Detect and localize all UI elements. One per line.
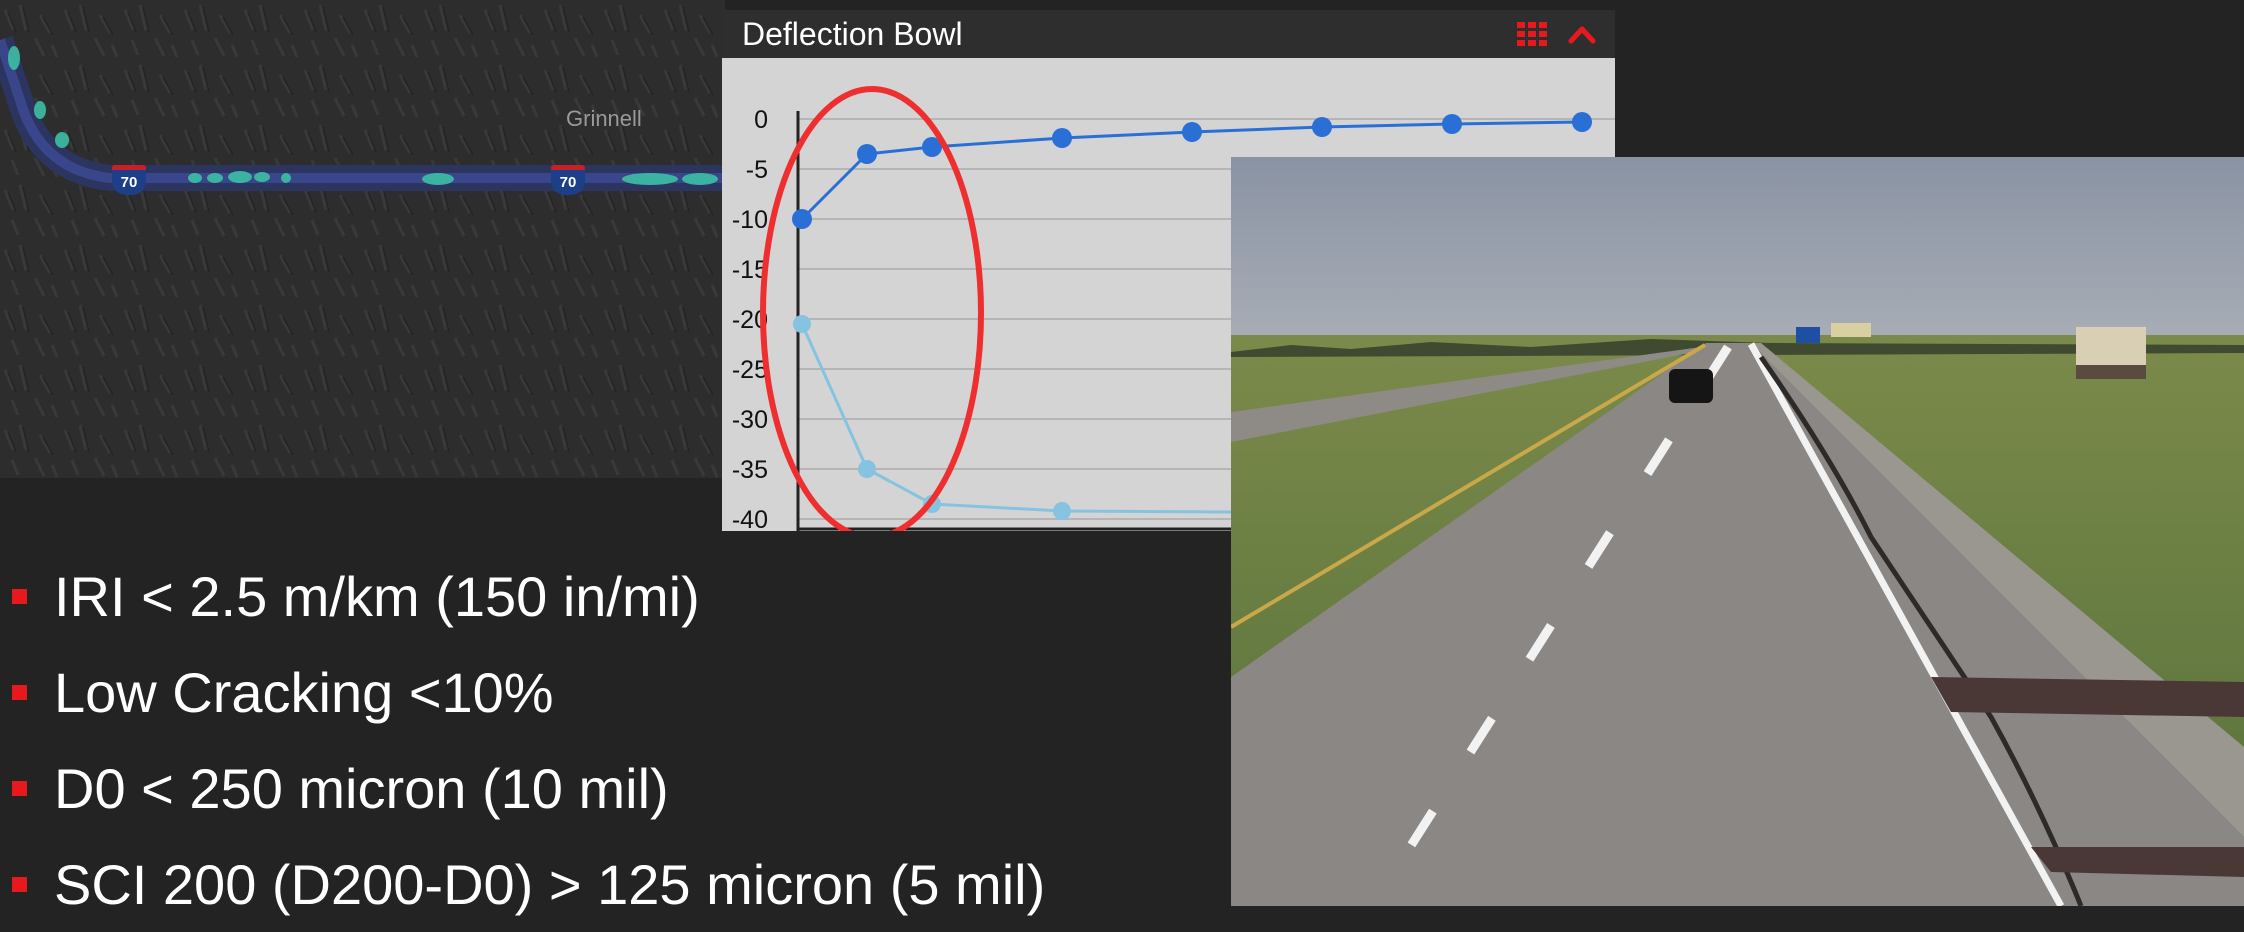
bullet-icon (12, 588, 27, 604)
map-terrain (0, 0, 725, 478)
list-item: IRI < 2.5 m/km (150 in/mi) (0, 548, 1240, 644)
road-image (1231, 157, 2244, 906)
data-point (792, 209, 812, 229)
shield-number: 70 (559, 174, 577, 191)
panel-title: Deflection Bowl (742, 16, 963, 52)
y-tick-label: 0 (754, 106, 768, 134)
y-tick-label: -10 (732, 206, 768, 234)
data-point (793, 315, 811, 333)
data-point (1442, 114, 1462, 134)
interstate-shield-icon: 70 (551, 165, 585, 195)
bullet-icon (12, 876, 27, 892)
panel-header: Deflection Bowl (722, 10, 1615, 58)
data-point (1312, 117, 1332, 137)
y-tick-label: -5 (746, 156, 768, 184)
interstate-shield-icon: 70 (112, 165, 146, 195)
bullet-text: IRI < 2.5 m/km (150 in/mi) (54, 564, 700, 628)
data-point (1053, 502, 1071, 520)
map-place-label: Grinnell (566, 106, 642, 131)
data-point (857, 144, 877, 164)
grid-icon[interactable] (1517, 22, 1547, 46)
bullet-text: Low Cracking <10% (54, 660, 554, 724)
chevron-up-icon[interactable] (1568, 22, 1596, 46)
data-point (858, 460, 876, 478)
data-point (1182, 122, 1202, 142)
list-item: D0 < 250 micron (10 mil) (0, 740, 1240, 836)
road-photo (1231, 157, 2244, 906)
data-point (1572, 112, 1592, 132)
y-tick-label: -40 (732, 506, 768, 531)
data-point (1052, 128, 1072, 148)
shield-number: 70 (120, 174, 138, 191)
list-item: Low Cracking <10% (0, 644, 1240, 740)
bullet-icon (12, 684, 27, 700)
map-panel[interactable]: Grinnell 70 70 (0, 0, 725, 478)
bullet-icon (12, 780, 27, 796)
y-tick-label: -35 (732, 456, 768, 484)
y-tick-label: -30 (732, 406, 768, 434)
bullet-text: SCI 200 (D200-D0) > 125 micron (5 mil) (54, 852, 1046, 916)
bullet-text: D0 < 250 micron (10 mil) (54, 756, 669, 820)
list-item: SCI 200 (D200-D0) > 125 micron (5 mil) (0, 836, 1240, 932)
bullet-list: IRI < 2.5 m/km (150 in/mi) Low Cracking … (0, 548, 1240, 932)
